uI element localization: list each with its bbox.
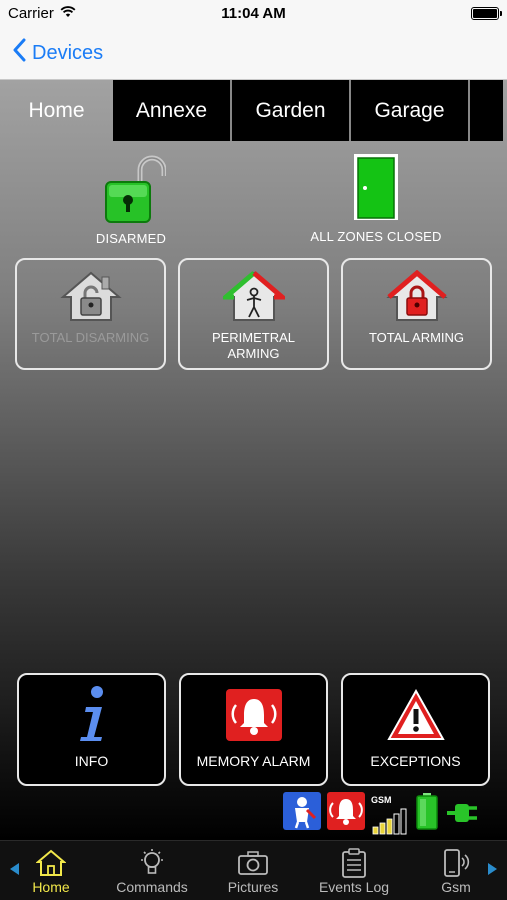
chevron-left-icon [12, 38, 26, 68]
tab-garden[interactable]: Garden [232, 80, 351, 141]
tab-home-label: Home [28, 98, 85, 122]
tab-garden-label: Garden [255, 98, 326, 122]
total-disarming-label: TOTAL DISARMING [31, 330, 150, 345]
gsm-signal-icon: GSM [371, 795, 409, 835]
navigation-bar: Devices [0, 28, 507, 80]
tabbar-item-home[interactable]: Home [6, 847, 96, 895]
alarm-bell-indicator-icon [327, 792, 365, 835]
warning-icon [386, 685, 445, 745]
perimetral-arming-line1: PERIMETRAL [211, 330, 296, 345]
house-icon [6, 847, 96, 879]
tab-more[interactable] [470, 80, 503, 141]
scroll-right-arrow-icon[interactable] [488, 863, 497, 875]
memory-alarm-label: MEMORY ALARM [196, 753, 311, 769]
tabbar-events-log-label: Events Log [318, 879, 390, 895]
lightbulb-icon [107, 847, 197, 879]
total-arming-button[interactable]: TOTAL ARMING [341, 258, 492, 370]
status-right [471, 7, 502, 20]
zones-state-label: ALL ZONES CLOSED [310, 229, 442, 244]
zones-state: ALL ZONES CLOSED [298, 152, 454, 244]
tab-annexe-label: Annexe [135, 98, 208, 122]
camera-icon [208, 847, 298, 879]
tab-home[interactable]: Home [0, 80, 113, 141]
house-locked-icon [385, 268, 448, 324]
total-arming-label: TOTAL ARMING [368, 330, 465, 345]
arm-state-label: DISARMED [95, 231, 167, 246]
info-label: INFO [74, 753, 109, 769]
perimetral-arming-line2: ARMING [227, 346, 280, 361]
info-button[interactable]: INFO [17, 673, 166, 786]
tabbar-item-pictures[interactable]: Pictures [208, 847, 298, 895]
power-plug-icon [445, 792, 483, 835]
tabbar-item-commands[interactable]: Commands [107, 847, 197, 895]
tabbar-item-events-log[interactable]: Events Log [309, 847, 399, 895]
main-content: Home Annexe Garden Garage DISARMED ALL Z… [0, 80, 507, 840]
status-bar: Carrier 11:04 AM [0, 0, 507, 28]
tabbar-pictures-label: Pictures [227, 879, 279, 895]
bottom-tab-bar: Home Commands Pictures Events Log Gsm [0, 840, 507, 900]
arm-state: DISARMED [76, 154, 186, 246]
tab-annexe[interactable]: Annexe [113, 80, 232, 141]
tabbar-home-label: Home [32, 879, 70, 895]
house-unlocked-icon [59, 268, 122, 324]
perimetral-arming-label: PERIMETRAL ARMING [212, 330, 295, 362]
status-time: 11:04 AM [221, 5, 286, 22]
battery-full-icon [415, 792, 439, 835]
exceptions-button[interactable]: EXCEPTIONS [341, 673, 490, 786]
house-person-icon [222, 268, 285, 324]
total-disarming-button[interactable]: TOTAL DISARMING [15, 258, 166, 370]
tab-garage-label: Garage [374, 98, 445, 122]
memory-alarm-button[interactable]: MEMORY ALARM [179, 673, 328, 786]
system-indicators: GSM [283, 792, 483, 835]
back-button[interactable]: Devices [12, 38, 103, 68]
tabbar-gsm-label: Gsm [441, 879, 471, 895]
perimetral-arming-button[interactable]: PERIMETRAL ARMING [178, 258, 329, 370]
technician-icon [283, 792, 321, 835]
info-icon [72, 685, 112, 745]
door-closed-icon [352, 154, 400, 225]
back-label: Devices [32, 41, 104, 64]
battery-icon [471, 7, 502, 20]
tabbar-commands-label: Commands [116, 879, 188, 895]
alarm-bell-icon [225, 685, 282, 745]
exceptions-label: EXCEPTIONS [370, 753, 461, 769]
area-tabs: Home Annexe Garden Garage [0, 80, 507, 141]
clipboard-icon [309, 847, 399, 879]
open-padlock-icon [96, 155, 167, 227]
tab-garage[interactable]: Garage [351, 80, 470, 141]
